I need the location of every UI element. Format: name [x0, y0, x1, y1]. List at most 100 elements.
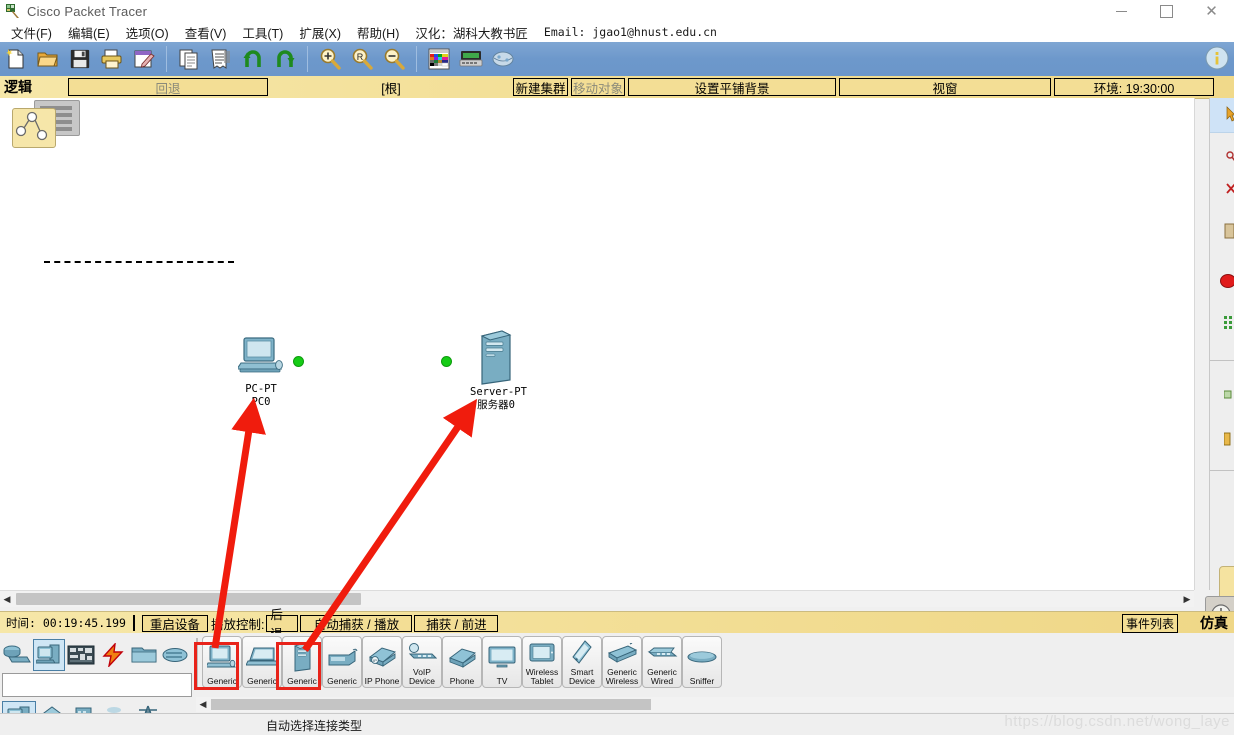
- palette-scroll-thumb[interactable]: [211, 699, 651, 710]
- category-components[interactable]: [67, 640, 96, 670]
- scroll-left-arrow-icon[interactable]: ◀: [0, 591, 14, 607]
- link-status-dot-server: [441, 356, 452, 367]
- window-title: Cisco Packet Tracer: [27, 3, 148, 19]
- menu-view[interactable]: 查看(V): [177, 23, 235, 42]
- menu-tools[interactable]: 工具(T): [234, 23, 291, 42]
- category-connections[interactable]: [98, 640, 127, 670]
- device-server0[interactable]: Server-PT 服务器0: [470, 330, 527, 411]
- menu-file[interactable]: 文件(F): [3, 23, 60, 42]
- info-button[interactable]: [1203, 44, 1231, 77]
- device-tv[interactable]: TV: [482, 636, 522, 688]
- activity-wizard-icon[interactable]: [129, 44, 159, 74]
- server-tower-icon: [480, 330, 512, 385]
- back-button[interactable]: 回退: [68, 78, 268, 96]
- toolbar-separator-3: [416, 46, 417, 72]
- menu-help[interactable]: 帮助(H): [349, 23, 407, 42]
- undo-icon[interactable]: [238, 44, 268, 74]
- main-toolbar: R: [0, 42, 1234, 77]
- link-status-dot-pc: [293, 356, 304, 367]
- topology-nodes-icon: [15, 111, 48, 141]
- device-generic-server[interactable]: Generic: [282, 636, 322, 688]
- device-smart-device[interactable]: Smart Device: [562, 636, 602, 688]
- minimize-button[interactable]: [1099, 0, 1144, 22]
- device-sniffer[interactable]: Sniffer: [682, 636, 722, 688]
- device-generic-wired[interactable]: Generic Wired: [642, 636, 682, 688]
- device-generic-printer[interactable]: Generic: [322, 636, 362, 688]
- tool-select[interactable]: [1210, 98, 1234, 133]
- close-button[interactable]: ✕: [1189, 0, 1234, 22]
- toolbar-separator-2: [307, 46, 308, 72]
- redo-icon[interactable]: [270, 44, 300, 74]
- copy-icon[interactable]: [174, 44, 204, 74]
- device-pc0[interactable]: PC-PT PC0: [235, 336, 284, 408]
- device-phone[interactable]: Phone: [442, 636, 482, 688]
- network-info-icon[interactable]: [488, 44, 518, 74]
- set-tiled-background-button[interactable]: 设置平铺背景: [628, 78, 836, 96]
- workspace-navigation-widget[interactable]: [6, 100, 80, 148]
- move-object-button[interactable]: 移动对象: [571, 78, 625, 96]
- zoom-reset-icon[interactable]: R: [347, 44, 377, 74]
- device-pc0-type: PC-PT: [245, 383, 277, 395]
- menu-options[interactable]: 选项(O): [118, 23, 177, 42]
- menu-edit[interactable]: 编辑(E): [60, 23, 118, 42]
- category-end-devices[interactable]: [33, 639, 65, 671]
- tool-resize-shape[interactable]: [1210, 218, 1234, 248]
- tool-simple-pdu[interactable]: [1210, 268, 1234, 298]
- palette-icon[interactable]: [424, 44, 454, 74]
- open-file-icon[interactable]: [33, 44, 63, 74]
- link-crossover-cable[interactable]: [44, 261, 234, 263]
- logical-workspace-card[interactable]: [12, 108, 56, 148]
- custom-device-icon[interactable]: [456, 44, 486, 74]
- device-voip-device[interactable]: VoIP Device: [402, 636, 442, 688]
- category-network-devices[interactable]: [2, 640, 31, 670]
- new-file-icon[interactable]: [1, 44, 31, 74]
- tool-draw-polygon[interactable]: [1210, 382, 1234, 412]
- color-palette-icon: [1223, 432, 1230, 445]
- new-cluster-button[interactable]: 新建集群: [513, 78, 568, 96]
- voip-device-icon: [403, 637, 441, 668]
- menu-extensions[interactable]: 扩展(X): [291, 23, 349, 42]
- power-cycle-devices-button[interactable]: 重启设备: [141, 614, 208, 632]
- canvas-horizontal-scrollbar[interactable]: ◀ ▶: [0, 590, 1194, 607]
- device-generic-pc[interactable]: Generic: [202, 636, 242, 688]
- tool-delete[interactable]: [1210, 176, 1234, 206]
- tool-complex-pdu[interactable]: [1210, 310, 1234, 340]
- category-miscellaneous[interactable]: [129, 640, 158, 670]
- auto-capture-play-button[interactable]: 自动捕获 / 播放: [300, 614, 413, 632]
- device-wireless-tablet[interactable]: Wireless Tablet: [522, 636, 562, 688]
- device-ip-phone[interactable]: IP IP Phone: [362, 636, 402, 688]
- right-panel-divider: [1210, 360, 1234, 361]
- title-bar: Cisco Packet Tracer ✕: [0, 0, 1234, 22]
- device-caption: Generic: [247, 675, 277, 686]
- device-caption: Generic: [327, 675, 357, 686]
- event-list-button[interactable]: 事件列表: [1121, 613, 1178, 633]
- environment-label: 环境: 19:30:00: [1054, 78, 1214, 96]
- device-generic-wireless[interactable]: Generic Wireless: [602, 636, 642, 688]
- tool-palette[interactable]: [1210, 426, 1234, 456]
- device-caption: Smart Device: [569, 667, 595, 686]
- tool-inspect[interactable]: [1210, 144, 1234, 174]
- capture-forward-button[interactable]: 捕获 / 前进: [414, 614, 499, 632]
- logical-workspace-canvas[interactable]: PC-PT PC0 Server-PT 服务器0: [0, 98, 1195, 590]
- device-server0-type: Server-PT: [470, 386, 527, 398]
- playback-back-button[interactable]: 后退: [266, 608, 299, 641]
- zoom-out-icon[interactable]: [379, 44, 409, 74]
- simulation-time-label: 时间: 00:19:45.199: [6, 616, 126, 630]
- device-caption: Wireless Tablet: [525, 667, 559, 686]
- category-multiuser[interactable]: [161, 640, 190, 670]
- viewport-button[interactable]: 视窗: [839, 78, 1051, 96]
- paste-icon[interactable]: [206, 44, 236, 74]
- maximize-button[interactable]: [1144, 0, 1189, 22]
- category-name-field[interactable]: [2, 673, 192, 697]
- device-caption: Phone: [449, 675, 475, 686]
- save-icon[interactable]: [65, 44, 95, 74]
- horizontal-scroll-thumb[interactable]: [16, 593, 361, 605]
- scroll-right-arrow-icon[interactable]: ▶: [1180, 591, 1194, 607]
- zoom-in-icon[interactable]: [315, 44, 345, 74]
- palette-scroll-left-icon[interactable]: ◀: [196, 697, 210, 712]
- palette-horizontal-scrollbar[interactable]: ◀: [196, 697, 1234, 712]
- wired-endpoint-icon: [643, 637, 681, 668]
- device-generic-laptop[interactable]: Generic: [242, 636, 282, 688]
- print-icon[interactable]: [97, 44, 127, 74]
- toolbar-separator: [166, 46, 167, 72]
